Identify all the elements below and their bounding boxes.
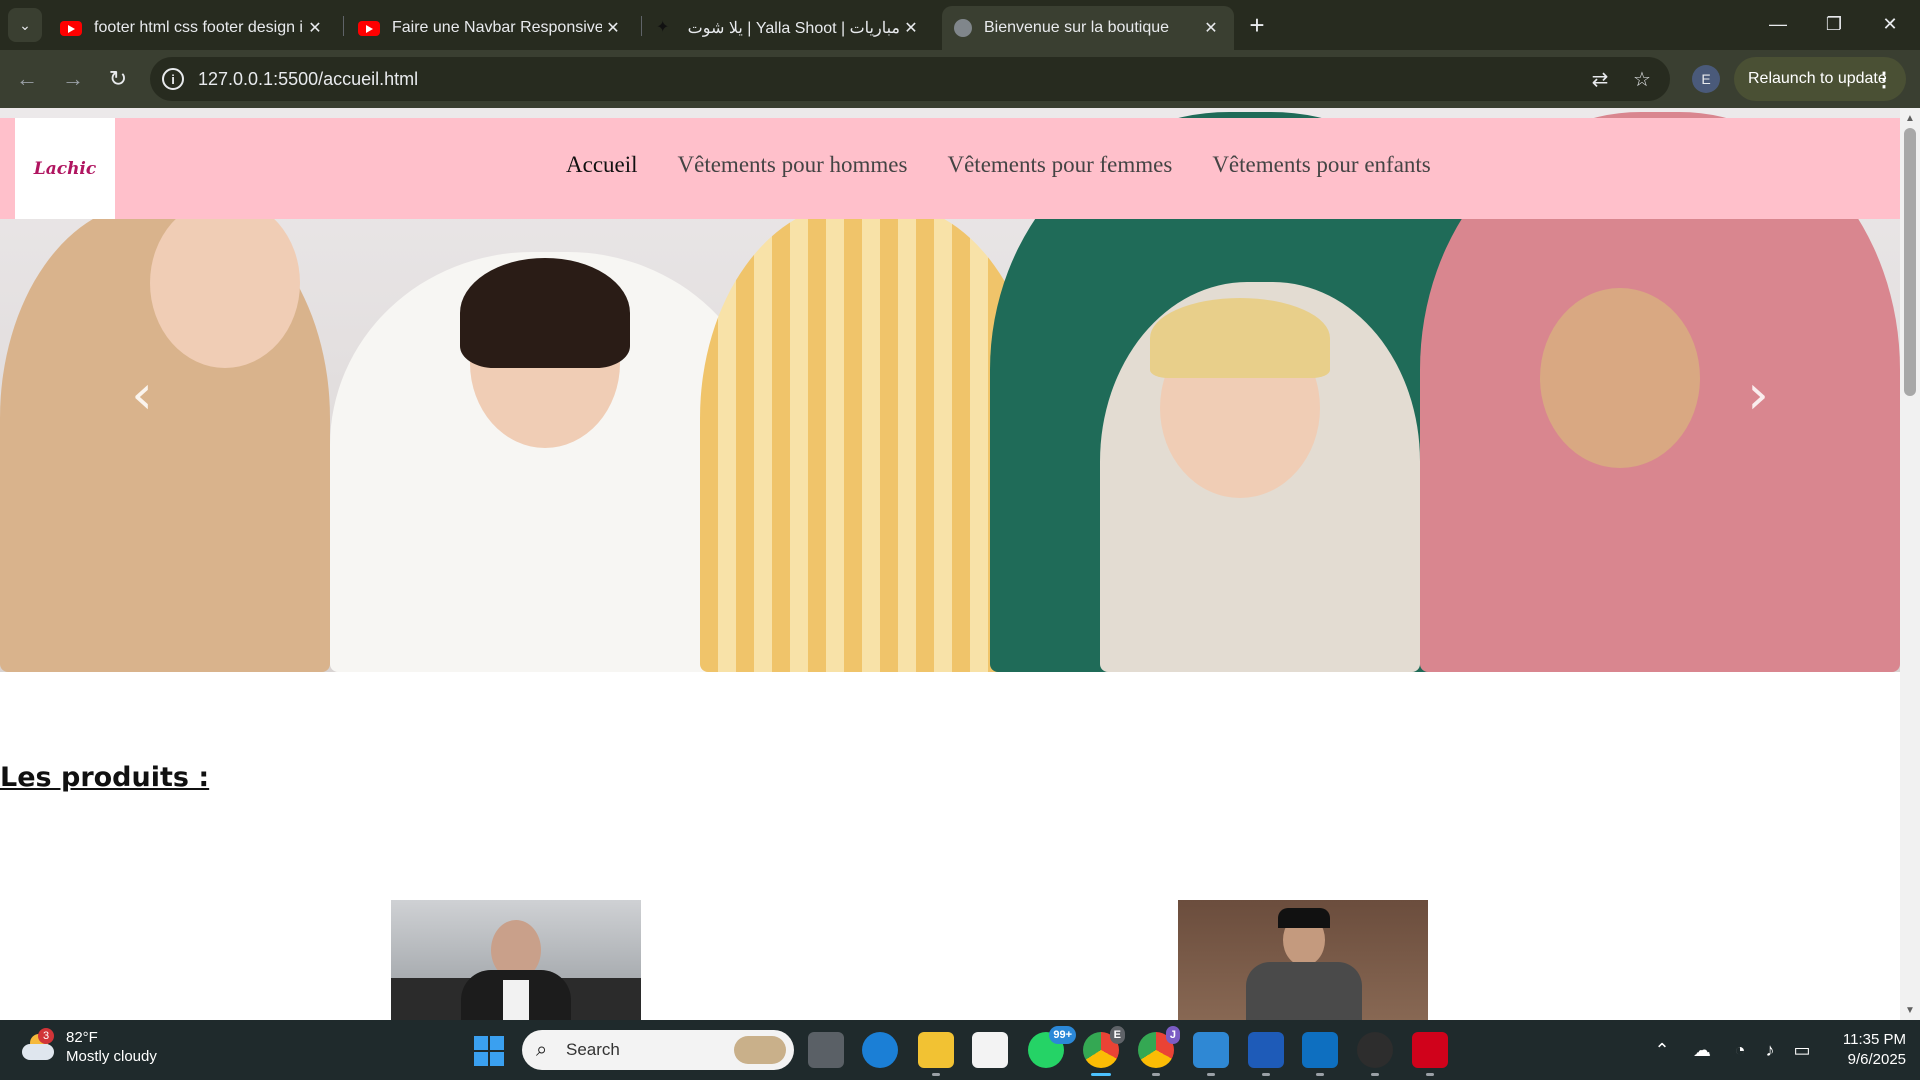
- profile-avatar[interactable]: E: [1692, 65, 1720, 93]
- word-icon[interactable]: [1248, 1032, 1284, 1076]
- chevron-up-icon[interactable]: ⌃: [1650, 1038, 1674, 1062]
- product-figure: [503, 980, 529, 1020]
- scrollbar-thumb[interactable]: [1904, 128, 1916, 396]
- taskbar-search[interactable]: ⌕ Search: [522, 1030, 794, 1070]
- yalla-shoot-icon: ✦: [656, 19, 670, 36]
- nav-link-accueil[interactable]: Accueil: [566, 152, 638, 178]
- weather-temp: 82°F: [66, 1029, 98, 1046]
- address-url: 127.0.0.1:5500/accueil.html: [198, 68, 419, 89]
- tab-separator: [343, 16, 344, 36]
- close-icon[interactable]: ✕: [900, 17, 922, 39]
- tab-title: footer html css footer design in: [94, 19, 304, 36]
- site-info-icon[interactable]: i: [162, 68, 184, 90]
- windows-taskbar: 3 82°F Mostly cloudy ⌕ Search 99+ E J ⌃ …: [0, 1020, 1920, 1080]
- weather-widget[interactable]: 3 82°F Mostly cloudy: [20, 1028, 157, 1066]
- new-tab-button[interactable]: +: [1240, 10, 1274, 40]
- youtube-icon: [60, 20, 82, 36]
- tab-navbar-responsive[interactable]: Faire une Navbar Responsive en ✕: [346, 6, 636, 50]
- onedrive-icon[interactable]: ☁: [1690, 1038, 1714, 1062]
- product-image-men-leather-jacket[interactable]: [391, 900, 641, 1020]
- nav-link-femmes[interactable]: Vêtements pour femmes: [947, 152, 1172, 178]
- site-navbar: Lachic Accueil Vêtements pour hommes Vêt…: [0, 118, 1900, 219]
- clock-date: 9/6/2025: [1847, 1051, 1906, 1068]
- scroll-down-arrow-icon[interactable]: ▼: [1900, 1002, 1920, 1018]
- relaunch-to-update-button[interactable]: Relaunch to update ⋮: [1734, 57, 1906, 101]
- volume-icon[interactable]: ♪: [1758, 1038, 1782, 1062]
- restore-button[interactable]: ❐: [1806, 0, 1862, 48]
- hero-figure: [150, 198, 300, 368]
- weather-condition: Mostly cloudy: [66, 1048, 157, 1065]
- product-figure: [1246, 962, 1362, 1020]
- tab-separator: [641, 16, 642, 36]
- carousel-prev-button[interactable]: ‹: [122, 363, 162, 426]
- tab-boutique[interactable]: Bienvenue sur la boutique ✕: [942, 6, 1234, 50]
- microsoft-store-icon[interactable]: [972, 1032, 1008, 1068]
- tab-title: Faire une Navbar Responsive en: [392, 19, 602, 36]
- forward-button[interactable]: →: [56, 62, 90, 96]
- close-window-button[interactable]: ✕: [1862, 0, 1918, 48]
- search-placeholder: Search: [566, 1040, 620, 1059]
- file-explorer-icon[interactable]: [918, 1032, 954, 1076]
- close-icon[interactable]: ✕: [304, 17, 326, 39]
- nav-links: Accueil Vêtements pour hommes Vêtements …: [566, 152, 1431, 178]
- task-view-icon[interactable]: [808, 1032, 844, 1068]
- chrome-icon[interactable]: J: [1138, 1026, 1180, 1076]
- partly-cloudy-icon: 3: [20, 1028, 56, 1062]
- bookmark-star-icon[interactable]: ☆: [1630, 67, 1654, 91]
- site-logo[interactable]: Lachic: [15, 118, 115, 219]
- back-button[interactable]: ←: [10, 62, 44, 96]
- search-highlight-icon: [734, 1036, 786, 1064]
- address-bar[interactable]: i 127.0.0.1:5500/accueil.html ⇄ ☆: [150, 57, 1670, 101]
- chrome-profile-badge: J: [1165, 1026, 1180, 1044]
- battery-icon[interactable]: ▭: [1790, 1038, 1814, 1062]
- page-scrollbar[interactable]: ▲ ▼: [1900, 108, 1920, 1020]
- translate-icon[interactable]: ⇄: [1588, 67, 1612, 91]
- tab-search-dropdown-button[interactable]: ⌄: [8, 8, 42, 42]
- tab-title: مباريات | Yalla Shoot | يلا شوت: [687, 20, 900, 37]
- acrobat-icon[interactable]: [1412, 1032, 1448, 1076]
- more-menu-icon[interactable]: ⋮: [1874, 67, 1894, 92]
- whatsapp-icon[interactable]: 99+: [1028, 1026, 1076, 1068]
- logo-text: Lachic: [33, 158, 97, 179]
- weather-badge: 3: [38, 1028, 54, 1044]
- nav-link-enfants[interactable]: Vêtements pour enfants: [1212, 152, 1430, 178]
- product-figure: [1278, 908, 1330, 928]
- notepad-icon[interactable]: [1193, 1032, 1229, 1076]
- chrome-icon[interactable]: E: [1083, 1026, 1125, 1076]
- reload-button[interactable]: ↻: [101, 62, 135, 96]
- hero-figure: [1150, 298, 1330, 378]
- nav-link-hommes[interactable]: Vêtements pour hommes: [678, 152, 908, 178]
- search-icon: ⌕: [536, 1039, 548, 1061]
- clock-time: 11:35 PM: [1842, 1031, 1906, 1048]
- hero-figure: [460, 258, 630, 368]
- start-button[interactable]: [474, 1036, 504, 1066]
- hero-figure: [700, 202, 1040, 672]
- globe-icon: [954, 19, 972, 37]
- youtube-icon: [358, 20, 380, 36]
- vscode-icon[interactable]: [1302, 1032, 1338, 1076]
- carousel-next-button[interactable]: ›: [1738, 363, 1778, 426]
- chrome-profile-badge: E: [1109, 1026, 1125, 1044]
- media-player-icon[interactable]: [1357, 1032, 1393, 1076]
- system-clock[interactable]: 11:35 PM 9/6/2025: [1826, 1030, 1906, 1070]
- close-icon[interactable]: ✕: [1200, 17, 1222, 39]
- scroll-up-arrow-icon[interactable]: ▲: [1900, 110, 1920, 126]
- tab-title: Bienvenue sur la boutique: [984, 19, 1170, 36]
- minimize-button[interactable]: —: [1750, 0, 1806, 48]
- tab-footer-html[interactable]: footer html css footer design in ✕: [48, 6, 338, 50]
- tab-yalla-shoot[interactable]: ✦ مباريات | Yalla Shoot | يلا شوت ✕: [644, 6, 934, 50]
- browser-tab-strip: ⌄ footer html css footer design in ✕ Fai…: [0, 0, 1920, 50]
- page-viewport: ‹ › Lachic Accueil Vêtements pour hommes…: [0, 108, 1920, 1020]
- browser-toolbar: ← → ↻ i 127.0.0.1:5500/accueil.html ⇄ ☆ …: [0, 50, 1920, 108]
- products-heading: Les produits :: [0, 762, 210, 793]
- whatsapp-badge: 99+: [1049, 1026, 1076, 1044]
- hero-figure: [1540, 288, 1700, 468]
- wifi-icon[interactable]: ◔: [1728, 1038, 1752, 1062]
- product-image-men-coat[interactable]: [1178, 900, 1428, 1020]
- close-icon[interactable]: ✕: [602, 17, 624, 39]
- relaunch-label: Relaunch to update: [1748, 70, 1887, 87]
- edge-icon[interactable]: [862, 1032, 898, 1068]
